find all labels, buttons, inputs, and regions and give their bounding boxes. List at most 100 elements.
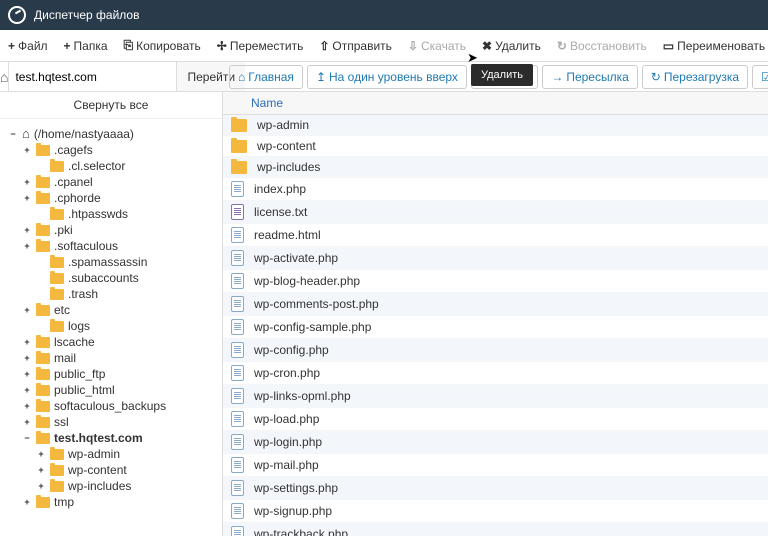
action-выбрать-все[interactable]: ☑Выбрать все [752, 65, 768, 89]
expand-icon[interactable]: + [22, 385, 32, 395]
toolbar-удалить[interactable]: ✖Удалить [474, 30, 549, 62]
tree-node[interactable]: +mail [0, 350, 222, 366]
collapse-all-button[interactable]: Свернуть все [0, 92, 222, 119]
app-header: Диспетчер файлов [0, 0, 768, 30]
tree-node[interactable]: +wp-includes [0, 478, 222, 494]
file-row[interactable]: wp-admin [223, 115, 768, 136]
file-row[interactable]: wp-settings.php [223, 477, 768, 500]
tree-node[interactable]: logs [0, 318, 222, 334]
file-name: wp-cron.php [254, 366, 320, 380]
file-row[interactable]: wp-cron.php [223, 362, 768, 385]
file-name: wp-includes [257, 160, 320, 174]
tree-label: wp-admin [68, 447, 120, 461]
expand-icon[interactable]: + [22, 193, 32, 203]
tree-node[interactable]: .subaccounts [0, 270, 222, 286]
tree-node[interactable]: +softaculous_backups [0, 398, 222, 414]
file-row[interactable]: wp-activate.php [223, 247, 768, 270]
file-row[interactable]: wp-links-opml.php [223, 385, 768, 408]
file-row[interactable]: wp-blog-header.php [223, 270, 768, 293]
expand-icon[interactable]: − [22, 433, 32, 443]
main-toolbar: +Файл+Папка⎘Копировать✢Переместить⇧Отпра… [0, 30, 768, 62]
file-row[interactable]: wp-content [223, 136, 768, 157]
expand-icon[interactable]: + [36, 481, 46, 491]
expand-icon[interactable]: + [22, 353, 32, 363]
home-icon[interactable]: ⌂ [0, 62, 9, 91]
file-icon [231, 365, 244, 381]
toolbar-копировать[interactable]: ⎘Копировать [116, 30, 209, 62]
file-name: wp-config-sample.php [254, 320, 371, 334]
file-row[interactable]: index.php [223, 178, 768, 201]
toolbar-переименовать[interactable]: ▭Переименовать [655, 30, 768, 62]
main-area: Свернуть все −⌂(/home/nastyaaaa)+.cagefs… [0, 92, 768, 536]
tree-node[interactable]: +.cphorde [0, 190, 222, 206]
tree-node[interactable]: +.pki [0, 222, 222, 238]
expand-icon[interactable]: + [22, 241, 32, 251]
file-row[interactable]: wp-trackback.php [223, 523, 768, 536]
action-пересылка[interactable]: →Пересылка [542, 65, 637, 89]
toolbar-переместить[interactable]: ✢Переместить [209, 30, 312, 62]
expand-icon[interactable]: + [22, 337, 32, 347]
expand-icon[interactable]: + [22, 177, 32, 187]
tree-node[interactable]: −test.hqtest.com [0, 430, 222, 446]
toolbar-папка[interactable]: +Папка [56, 30, 116, 62]
file-row[interactable]: wp-signup.php [223, 500, 768, 523]
tree-node[interactable]: .spamassassin [0, 254, 222, 270]
toolbar-отправить[interactable]: ⇧Отправить [311, 30, 400, 62]
tree-node[interactable]: + public_html [0, 382, 222, 398]
tree-node[interactable]: +ssl [0, 414, 222, 430]
tree-node[interactable]: .htpasswds [0, 206, 222, 222]
file-icon [231, 434, 244, 450]
tree-node[interactable]: +.softaculous [0, 238, 222, 254]
expand-icon[interactable]: + [22, 497, 32, 507]
expand-icon[interactable]: + [36, 465, 46, 475]
file-name: wp-config.php [254, 343, 329, 357]
file-row[interactable]: wp-load.php [223, 408, 768, 431]
toolbar-файл[interactable]: +Файл [0, 30, 56, 62]
action-label: Главная [248, 70, 294, 84]
file-name: wp-load.php [254, 412, 319, 426]
file-row[interactable]: wp-comments-post.php [223, 293, 768, 316]
folder-icon [36, 177, 50, 188]
action-на-один-уровень-вверх[interactable]: ↥На один уровень вверх [307, 65, 467, 89]
file-row[interactable]: wp-mail.php [223, 454, 768, 477]
file-row[interactable]: wp-includes [223, 157, 768, 178]
expand-icon[interactable]: + [22, 225, 32, 235]
expand-icon[interactable]: + [22, 401, 32, 411]
expand-icon[interactable]: + [22, 417, 32, 427]
column-header-name[interactable]: Name [223, 92, 768, 115]
tree-node[interactable]: +.cagefs [0, 142, 222, 158]
folder-icon [36, 305, 50, 316]
tree-node[interactable]: +lscache [0, 334, 222, 350]
action-перезагрузка[interactable]: ↻Перезагрузка [642, 65, 748, 89]
folder-icon [36, 401, 50, 412]
cpanel-logo-icon [8, 6, 26, 24]
action-label: На один уровень вверх [329, 70, 458, 84]
file-row[interactable]: wp-config.php [223, 339, 768, 362]
expand-icon[interactable]: + [36, 449, 46, 459]
folder-icon [36, 337, 50, 348]
expand-icon[interactable]: + [22, 145, 32, 155]
tree-node[interactable]: .cl.selector [0, 158, 222, 174]
path-input[interactable] [9, 62, 176, 91]
expand-icon[interactable]: − [8, 129, 18, 139]
tree-label: public_html [54, 383, 115, 397]
file-name: wp-comments-post.php [254, 297, 379, 311]
toolbar-icon: + [8, 39, 15, 53]
action-главная[interactable]: ⌂Главная [229, 65, 303, 89]
expand-icon[interactable]: + [22, 305, 32, 315]
file-row[interactable]: wp-config-sample.php [223, 316, 768, 339]
expand-icon[interactable]: + [22, 369, 32, 379]
file-row[interactable]: readme.html [223, 224, 768, 247]
file-row[interactable]: license.txt [223, 201, 768, 224]
tree-node[interactable]: .trash [0, 286, 222, 302]
tree-node[interactable]: +tmp [0, 494, 222, 510]
tree-node[interactable]: +public_ftp [0, 366, 222, 382]
tree-node[interactable]: −⌂(/home/nastyaaaa) [0, 125, 222, 142]
tree-label: wp-content [68, 463, 127, 477]
tree-node[interactable]: +etc [0, 302, 222, 318]
tree-node[interactable]: + wp-content [0, 462, 222, 478]
folder-icon [36, 241, 50, 252]
file-row[interactable]: wp-login.php [223, 431, 768, 454]
tree-node[interactable]: +.cpanel [0, 174, 222, 190]
tree-node[interactable]: + wp-admin [0, 446, 222, 462]
